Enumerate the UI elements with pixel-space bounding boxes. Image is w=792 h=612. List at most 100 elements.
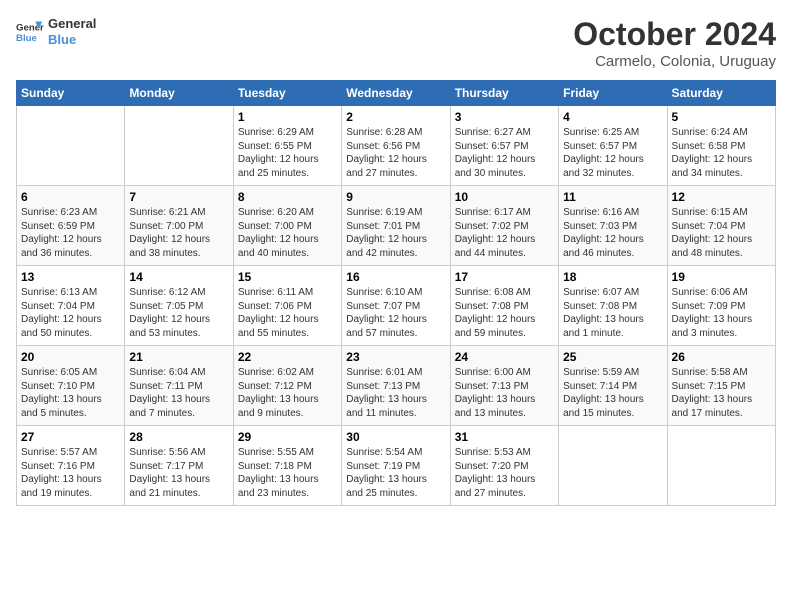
day-number: 22 <box>238 350 337 364</box>
day-number: 4 <box>563 110 662 124</box>
calendar-week-1: 1 Sunrise: 6:29 AM Sunset: 6:55 PM Daylig… <box>17 106 776 186</box>
calendar-cell: 23Sunrise: 6:01 AM Sunset: 7:13 PM Dayli… <box>342 346 450 426</box>
calendar-cell: 25Sunrise: 5:59 AM Sunset: 7:14 PM Dayli… <box>559 346 667 426</box>
calendar-cell: 9Sunrise: 6:19 AM Sunset: 7:01 PM Daylig… <box>342 186 450 266</box>
calendar-cell <box>559 426 667 506</box>
day-number: 2 <box>346 110 445 124</box>
day-number: 19 <box>672 270 771 284</box>
day-number: 12 <box>672 190 771 204</box>
day-content: Sunrise: 6:24 AM Sunset: 6:58 PM Dayligh… <box>672 126 771 180</box>
day-number: 28 <box>129 430 228 444</box>
day-content: Sunrise: 6:21 AM Sunset: 7:00 PM Dayligh… <box>129 206 228 260</box>
day-number: 27 <box>21 430 120 444</box>
day-content: Sunrise: 6:05 AM Sunset: 7:10 PM Dayligh… <box>21 366 120 420</box>
day-content: Sunrise: 6:16 AM Sunset: 7:03 PM Dayligh… <box>563 206 662 260</box>
day-number: 10 <box>455 190 554 204</box>
calendar-cell: 8 Sunrise: 6:20 AM Sunset: 7:00 PM Daylig… <box>233 186 341 266</box>
day-number: 26 <box>672 350 771 364</box>
day-number: 15 <box>238 270 337 284</box>
logo: General Blue General Blue <box>16 16 96 47</box>
col-header-saturday: Saturday <box>667 81 775 106</box>
calendar-week-5: 27 Sunrise: 5:57 AM Sunset: 7:16 PM Dayli… <box>17 426 776 506</box>
day-number: 20 <box>21 350 120 364</box>
day-content: Sunrise: 6:17 AM Sunset: 7:02 PM Dayligh… <box>455 206 554 260</box>
calendar-cell: 19 Sunrise: 6:06 AM Sunset: 7:09 PM Dayli… <box>667 266 775 346</box>
col-header-sunday: Sunday <box>17 81 125 106</box>
day-number: 5 <box>672 110 771 124</box>
calendar-cell: 3 Sunrise: 6:27 AM Sunset: 6:57 PM Daylig… <box>450 106 558 186</box>
logo-text-general: General <box>48 16 96 32</box>
day-content: Sunrise: 5:53 AM Sunset: 7:20 PM Dayligh… <box>455 446 554 500</box>
day-content: Sunrise: 5:56 AM Sunset: 7:17 PM Dayligh… <box>129 446 228 500</box>
day-content: Sunrise: 6:04 AM Sunset: 7:11 PM Dayligh… <box>129 366 228 420</box>
col-header-friday: Friday <box>559 81 667 106</box>
calendar-cell: 29 Sunrise: 5:55 AM Sunset: 7:18 PM Dayli… <box>233 426 341 506</box>
calendar-header-row: SundayMondayTuesdayWednesdayThursdayFrid… <box>17 81 776 106</box>
calendar-cell: 16Sunrise: 6:10 AM Sunset: 7:07 PM Dayli… <box>342 266 450 346</box>
day-number: 21 <box>129 350 228 364</box>
calendar-cell: 2 Sunrise: 6:28 AM Sunset: 6:56 PM Daylig… <box>342 106 450 186</box>
day-number: 13 <box>21 270 120 284</box>
day-content: Sunrise: 6:23 AM Sunset: 6:59 PM Dayligh… <box>21 206 120 260</box>
day-number: 31 <box>455 430 554 444</box>
calendar-cell: 7 Sunrise: 6:21 AM Sunset: 7:00 PM Daylig… <box>125 186 233 266</box>
day-number: 6 <box>21 190 120 204</box>
calendar-cell: 12Sunrise: 6:15 AM Sunset: 7:04 PM Dayli… <box>667 186 775 266</box>
calendar-cell: 18Sunrise: 6:07 AM Sunset: 7:08 PM Dayli… <box>559 266 667 346</box>
day-content: Sunrise: 6:29 AM Sunset: 6:55 PM Dayligh… <box>238 126 337 180</box>
title-block: October 2024 Carmelo, Colonia, Uruguay <box>573 16 776 70</box>
day-content: Sunrise: 6:10 AM Sunset: 7:07 PM Dayligh… <box>346 286 445 340</box>
day-number: 8 <box>238 190 337 204</box>
calendar-cell: 1 Sunrise: 6:29 AM Sunset: 6:55 PM Daylig… <box>233 106 341 186</box>
calendar-cell: 27 Sunrise: 5:57 AM Sunset: 7:16 PM Dayli… <box>17 426 125 506</box>
day-number: 3 <box>455 110 554 124</box>
day-content: Sunrise: 6:20 AM Sunset: 7:00 PM Dayligh… <box>238 206 337 260</box>
day-number: 17 <box>455 270 554 284</box>
day-content: Sunrise: 6:19 AM Sunset: 7:01 PM Dayligh… <box>346 206 445 260</box>
day-number: 30 <box>346 430 445 444</box>
col-header-wednesday: Wednesday <box>342 81 450 106</box>
calendar-week-2: 6 Sunrise: 6:23 AM Sunset: 6:59 PM Daylig… <box>17 186 776 266</box>
day-content: Sunrise: 6:06 AM Sunset: 7:09 PM Dayligh… <box>672 286 771 340</box>
day-content: Sunrise: 6:02 AM Sunset: 7:12 PM Dayligh… <box>238 366 337 420</box>
day-content: Sunrise: 5:58 AM Sunset: 7:15 PM Dayligh… <box>672 366 771 420</box>
day-number: 29 <box>238 430 337 444</box>
calendar-cell: 5 Sunrise: 6:24 AM Sunset: 6:58 PM Daylig… <box>667 106 775 186</box>
calendar-week-3: 13 Sunrise: 6:13 AM Sunset: 7:04 PM Dayli… <box>17 266 776 346</box>
calendar-cell: 31 Sunrise: 5:53 AM Sunset: 7:20 PM Dayli… <box>450 426 558 506</box>
calendar-table: SundayMondayTuesdayWednesdayThursdayFrid… <box>16 80 776 506</box>
logo-text-blue: Blue <box>48 32 96 48</box>
calendar-cell <box>17 106 125 186</box>
day-content: Sunrise: 5:55 AM Sunset: 7:18 PM Dayligh… <box>238 446 337 500</box>
calendar-cell: 13 Sunrise: 6:13 AM Sunset: 7:04 PM Dayli… <box>17 266 125 346</box>
calendar-cell: 14Sunrise: 6:12 AM Sunset: 7:05 PM Dayli… <box>125 266 233 346</box>
calendar-cell: 20 Sunrise: 6:05 AM Sunset: 7:10 PM Dayli… <box>17 346 125 426</box>
calendar-cell: 11 Sunrise: 6:16 AM Sunset: 7:03 PM Dayli… <box>559 186 667 266</box>
day-content: Sunrise: 6:28 AM Sunset: 6:56 PM Dayligh… <box>346 126 445 180</box>
day-content: Sunrise: 6:27 AM Sunset: 6:57 PM Dayligh… <box>455 126 554 180</box>
calendar-cell: 6 Sunrise: 6:23 AM Sunset: 6:59 PM Daylig… <box>17 186 125 266</box>
day-number: 11 <box>563 190 662 204</box>
day-content: Sunrise: 5:54 AM Sunset: 7:19 PM Dayligh… <box>346 446 445 500</box>
calendar-cell: 17Sunrise: 6:08 AM Sunset: 7:08 PM Dayli… <box>450 266 558 346</box>
day-content: Sunrise: 6:11 AM Sunset: 7:06 PM Dayligh… <box>238 286 337 340</box>
day-number: 1 <box>238 110 337 124</box>
col-header-thursday: Thursday <box>450 81 558 106</box>
calendar-cell: 22 Sunrise: 6:02 AM Sunset: 7:12 PM Dayli… <box>233 346 341 426</box>
day-content: Sunrise: 5:57 AM Sunset: 7:16 PM Dayligh… <box>21 446 120 500</box>
calendar-cell: 24 Sunrise: 6:00 AM Sunset: 7:13 PM Dayli… <box>450 346 558 426</box>
calendar-cell <box>125 106 233 186</box>
day-number: 23 <box>346 350 445 364</box>
day-number: 7 <box>129 190 228 204</box>
col-header-tuesday: Tuesday <box>233 81 341 106</box>
calendar-cell: 15 Sunrise: 6:11 AM Sunset: 7:06 PM Dayli… <box>233 266 341 346</box>
day-content: Sunrise: 6:12 AM Sunset: 7:05 PM Dayligh… <box>129 286 228 340</box>
calendar-week-4: 20 Sunrise: 6:05 AM Sunset: 7:10 PM Dayli… <box>17 346 776 426</box>
day-number: 24 <box>455 350 554 364</box>
day-content: Sunrise: 5:59 AM Sunset: 7:14 PM Dayligh… <box>563 366 662 420</box>
day-content: Sunrise: 6:13 AM Sunset: 7:04 PM Dayligh… <box>21 286 120 340</box>
col-header-monday: Monday <box>125 81 233 106</box>
day-content: Sunrise: 6:25 AM Sunset: 6:57 PM Dayligh… <box>563 126 662 180</box>
calendar-cell: 4 Sunrise: 6:25 AM Sunset: 6:57 PM Daylig… <box>559 106 667 186</box>
day-content: Sunrise: 6:00 AM Sunset: 7:13 PM Dayligh… <box>455 366 554 420</box>
